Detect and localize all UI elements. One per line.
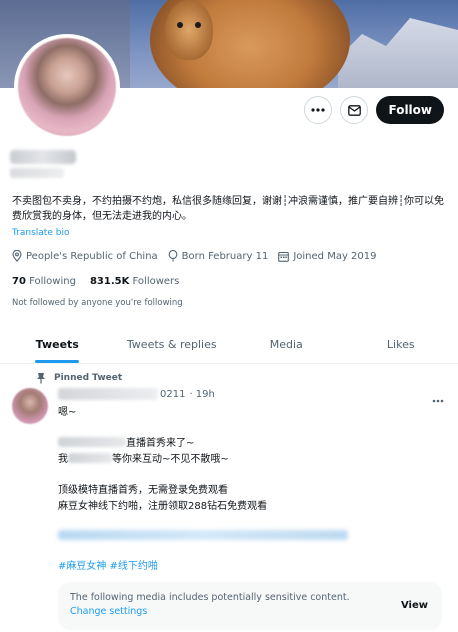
tab-likes[interactable]: Likes	[344, 326, 458, 363]
pinned-label: Pinned Tweet	[54, 373, 123, 383]
banner-kitten	[165, 0, 213, 60]
handle-blurred	[10, 168, 64, 178]
tab-label: Likes	[386, 338, 415, 351]
tweet-handle-suffix: 0211	[160, 388, 186, 400]
tab-media[interactable]: Media	[229, 326, 344, 363]
sensitive-content-warning: The following media includes potentially…	[58, 582, 442, 630]
tab-tweets[interactable]: Tweets	[0, 326, 115, 363]
birthday-text: Born February 11	[181, 250, 269, 262]
more-icon	[432, 399, 444, 403]
tweet-header: 0211 · 19h	[58, 388, 215, 400]
joined-item: Joined May 2019	[278, 250, 377, 262]
followers-link[interactable]: 831.5K Followers	[90, 276, 179, 287]
redacted-text	[58, 436, 126, 447]
redacted-link[interactable]	[58, 530, 348, 540]
birthday-item: Born February 11	[168, 250, 269, 262]
profile-bio: 不卖图包不卖身，不约拍摄不约炮，私信很多随缘回复，谢谢┆冲浪需谨慎，推广要自辨┆…	[12, 196, 445, 222]
follow-button[interactable]: Follow	[376, 96, 444, 124]
tab-label: Tweets	[35, 338, 79, 351]
tab-tweets-replies[interactable]: Tweets & replies	[115, 326, 230, 363]
profile-actions: Follow	[304, 96, 444, 124]
sensitive-message: The following media includes potentially…	[70, 592, 350, 603]
translate-bio-link[interactable]: Translate bio	[12, 228, 69, 238]
message-button[interactable]	[340, 96, 369, 124]
display-name-blurred	[10, 150, 76, 164]
joined-text: Joined May 2019	[293, 250, 377, 262]
pin-icon	[37, 373, 45, 384]
tweet-text-line: 顶级模特直播首秀，无需登录免费观看	[58, 485, 228, 496]
kitten-eye	[195, 22, 201, 28]
followers-count: 831.5K	[89, 276, 130, 287]
profile-meta: People's Republic of China Born February…	[12, 250, 387, 262]
view-button[interactable]: View	[401, 600, 428, 611]
tweet-line-text: 等你来互动~不见不散哦~	[112, 454, 229, 465]
following-label: Following	[29, 276, 76, 287]
following-link[interactable]: 70 Following	[12, 276, 76, 287]
pinned-indicator: Pinned Tweet	[36, 372, 122, 384]
calendar-icon	[278, 251, 290, 262]
tweet-text-line: 麻豆女神线下约啪，注册领取288钻石免费观看	[58, 501, 268, 512]
location-text: People's Republic of China	[26, 250, 158, 262]
tweet-line-text: 我	[58, 454, 68, 465]
tweet-text-line: 直播首秀来了~	[58, 434, 194, 449]
envelope-icon	[348, 104, 361, 116]
location-pin-icon	[12, 250, 22, 262]
following-count: 70	[12, 276, 26, 287]
kitten-eye	[177, 22, 183, 28]
active-tab-indicator	[35, 360, 80, 363]
tab-label: Tweets & replies	[126, 338, 217, 351]
tweet-author-name-blurred	[58, 388, 158, 400]
profile-tabs: Tweets Tweets & replies Media Likes	[0, 326, 458, 364]
tweet-line-text: 直播首秀来了~	[126, 438, 195, 449]
tweet-author-avatar[interactable]	[12, 388, 48, 424]
more-icon	[311, 108, 326, 112]
follow-counts: 70 Following 831.5K Followers	[12, 276, 179, 287]
redacted-text	[68, 452, 112, 463]
tweet-hashtags[interactable]: #麻豆女神 #线下约啪	[58, 557, 158, 572]
avatar-image-blurred	[18, 38, 116, 136]
not-followed-notice: Not followed by anyone you're following	[12, 298, 183, 308]
tab-label: Media	[269, 338, 303, 351]
change-settings-link[interactable]: Change settings	[70, 606, 430, 617]
location-item: People's Republic of China	[12, 250, 158, 262]
balloon-icon	[168, 250, 178, 262]
tweet-time[interactable]: · 19h	[189, 389, 214, 400]
more-options-button[interactable]	[304, 96, 333, 124]
tweet-text-line: 我 等你来互动~不见不散哦~	[58, 450, 229, 465]
profile-avatar[interactable]	[14, 34, 120, 140]
followers-label: Followers	[132, 276, 180, 287]
tweet-text-line: 嗯~	[58, 407, 77, 418]
